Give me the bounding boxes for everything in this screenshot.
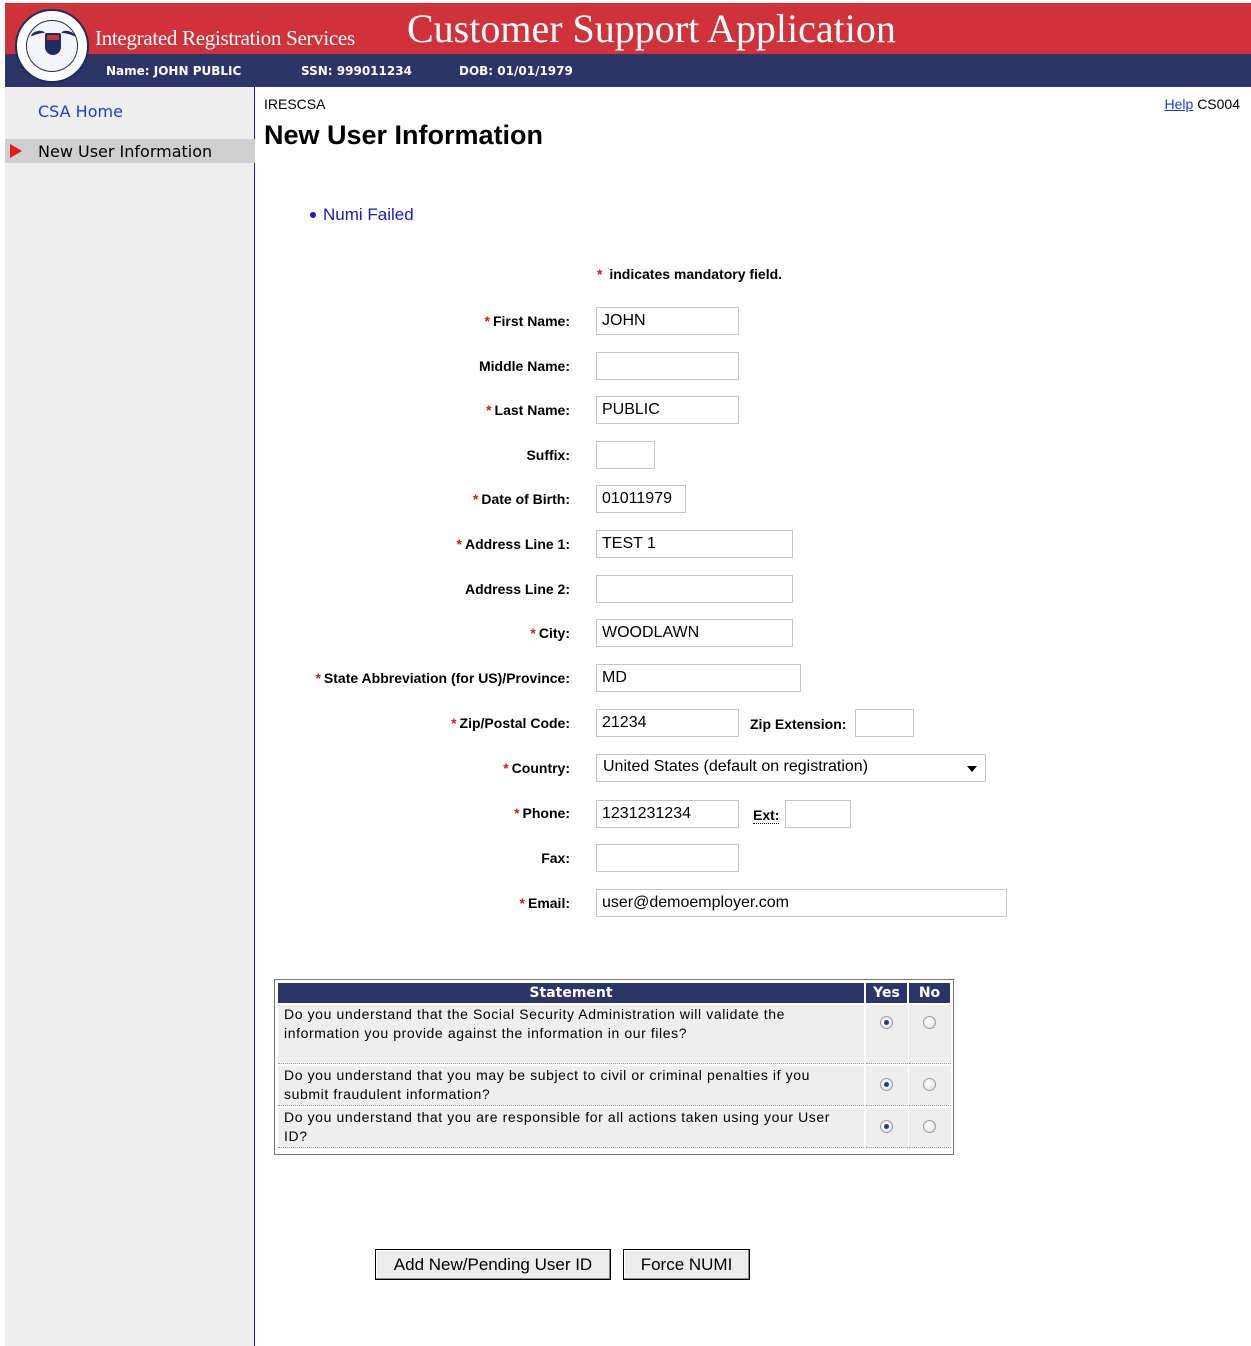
phone-field[interactable] [596,800,739,828]
first-name-field[interactable] [596,307,739,335]
zip-extension-label: Zip Extension: [750,716,847,732]
ssa-seal-icon [15,9,89,83]
fax-field[interactable] [596,844,739,872]
sidebar-item-label: New User Information [38,142,213,161]
statement-row: Do you understand that you are responsib… [278,1108,864,1148]
statement-1-no-radio[interactable] [923,1016,936,1029]
user-ssn-info: SSN: 999011234 [301,64,412,78]
dob-field[interactable] [596,485,686,513]
chevron-down-icon [967,766,977,772]
mandatory-note: * indicates mandatory field. [597,266,782,282]
app-subtitle: Integrated Registration Services [95,26,355,50]
mandatory-note-text: indicates mandatory field. [609,266,783,282]
country-select[interactable]: United States (default on registration) [596,754,986,782]
dob-label: * Date of Birth: [472,491,570,507]
sidebar-item-csa-home[interactable]: CSA Home [38,102,123,121]
error-text: Numi Failed [323,205,414,224]
page-title: New User Information [264,120,544,150]
first-name-label: * First Name: [484,313,570,329]
statement-table: Statement Yes No Do you understand that … [274,979,954,1155]
state-label: * State Abbreviation (for US)/Province: [315,670,570,686]
phone-label: * Phone: [514,805,570,821]
sidebar-item-new-user-information[interactable]: New User Information [5,139,255,163]
phone-ext-field[interactable] [785,800,851,828]
add-new-pending-user-id-button[interactable]: Add New/Pending User ID [375,1249,611,1280]
email-label: * Email: [519,895,570,911]
help-link[interactable]: Help [1165,96,1194,112]
country-label: * Country: [503,760,570,776]
statement-row: Do you understand that you may be subjec… [278,1066,864,1106]
zip-label: * Zip/Postal Code: [451,715,570,731]
zip-extension-field[interactable] [855,709,914,737]
statement-1-yes-radio[interactable] [880,1016,893,1029]
required-star: * [597,266,603,282]
middle-name-field[interactable] [596,352,739,380]
city-field[interactable] [596,619,793,647]
email-field[interactable] [596,889,1007,917]
bullet-icon [310,212,316,218]
middle-name-label: Middle Name: [478,358,570,374]
statement-2-yes-radio[interactable] [880,1078,893,1091]
statement-row: Do you understand that the Social Securi… [278,1005,864,1064]
address2-label: Address Line 2: [464,581,570,597]
last-name-field[interactable] [596,396,739,424]
city-label: * City: [530,625,570,641]
zip-field[interactable] [596,709,739,737]
address1-field[interactable] [596,530,793,558]
fax-label: Fax: [541,850,570,866]
page: Integrated Registration Services Custome… [5,3,1251,1346]
state-field[interactable] [596,664,801,692]
force-numi-button[interactable]: Force NUMI [623,1249,750,1280]
statement-3-yes-radio[interactable] [880,1120,893,1133]
screen-code: CS004 [1197,96,1240,112]
screen-id: IRESCSA [264,96,326,112]
user-name-info: Name: JOHN PUBLIC [106,64,242,78]
yes-header: Yes [866,983,907,1003]
last-name-label: * Last Name: [486,402,570,418]
statement-header: Statement [278,983,864,1003]
sidebar: CSA Home New User Information [5,87,255,1346]
statement-3-no-radio[interactable] [923,1120,936,1133]
phone-ext-label: Ext: [753,807,780,824]
arrow-right-icon [10,144,22,158]
user-dob-info: DOB: 01/01/1979 [459,64,573,78]
address1-label: * Address Line 1: [456,536,570,552]
help-area: Help CS004 [1165,96,1241,112]
app-title: Customer Support Application [407,6,896,51]
no-header: No [909,983,950,1003]
country-selected-value: United States (default on registration) [603,758,869,775]
suffix-field[interactable] [596,441,655,469]
address2-field[interactable] [596,575,793,603]
suffix-label: Suffix: [526,447,570,463]
error-message: Numi Failed [310,205,414,225]
statement-2-no-radio[interactable] [923,1078,936,1091]
